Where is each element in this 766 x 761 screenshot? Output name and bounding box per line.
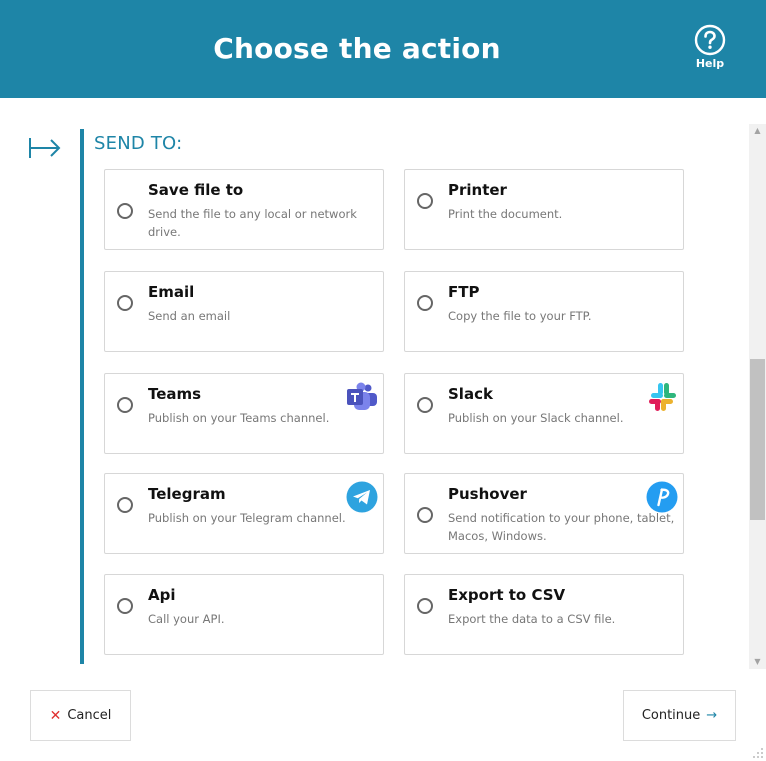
option-api[interactable]: Api Call your API. (104, 574, 384, 655)
pushover-logo-icon (646, 481, 678, 513)
option-title: Save file to (148, 181, 244, 199)
radio-slack[interactable] (417, 397, 433, 413)
vertical-scrollbar[interactable]: ▲ ▼ (749, 124, 766, 669)
scrollbar-thumb[interactable] (750, 359, 765, 520)
radio-teams[interactable] (117, 397, 133, 413)
option-title: Slack (448, 385, 493, 403)
help-button[interactable]: Help (690, 24, 730, 74)
continue-button[interactable]: Continue → (623, 690, 736, 741)
option-slack[interactable]: Slack Publish on your Slack channel. (404, 373, 684, 454)
option-teams[interactable]: Teams Publish on your Teams channel. (104, 373, 384, 454)
option-description: Export the data to a CSV file. (448, 612, 616, 626)
option-title: Teams (148, 385, 202, 403)
option-pushover[interactable]: Pushover Send notification to your phone… (404, 473, 684, 554)
radio-save-file-to[interactable] (117, 203, 133, 219)
radio-email[interactable] (117, 295, 133, 311)
close-icon: ✕ (49, 707, 62, 724)
option-telegram[interactable]: Telegram Publish on your Telegram channe… (104, 473, 384, 554)
radio-export-to-csv[interactable] (417, 598, 433, 614)
scroll-up-arrow-icon[interactable]: ▲ (749, 124, 766, 138)
option-description: Send the file to any local or network dr… (148, 207, 357, 239)
arrow-right-icon: → (706, 708, 718, 723)
option-description: Print the document. (448, 207, 563, 221)
option-title: Telegram (148, 485, 226, 503)
section-title: SEND TO: (94, 133, 183, 154)
option-title: Pushover (448, 485, 527, 503)
option-description: Publish on your Slack channel. (448, 411, 624, 425)
option-description: Call your API. (148, 612, 225, 626)
option-printer[interactable]: Printer Print the document. (404, 169, 684, 250)
radio-api[interactable] (117, 598, 133, 614)
option-title: FTP (448, 283, 480, 301)
option-export-to-csv[interactable]: Export to CSV Export the data to a CSV f… (404, 574, 684, 655)
page-title: Choose the action (213, 32, 501, 65)
option-description: Send notification to your phone, tablet,… (448, 511, 675, 543)
telegram-logo-icon (346, 481, 378, 513)
option-ftp[interactable]: FTP Copy the file to your FTP. (404, 271, 684, 352)
radio-ftp[interactable] (417, 295, 433, 311)
option-title: Email (148, 283, 195, 301)
option-title: Export to CSV (448, 586, 566, 604)
option-title: Api (148, 586, 176, 604)
help-icon (694, 24, 726, 56)
option-description: Send an email (148, 309, 231, 323)
option-email[interactable]: Email Send an email (104, 271, 384, 352)
resize-grip-icon[interactable] (752, 747, 764, 759)
teams-logo-icon (347, 382, 377, 410)
send-to-icon (29, 138, 61, 158)
section-accent-bar (80, 129, 84, 664)
option-description: Publish on your Telegram channel. (148, 511, 346, 525)
slack-logo-icon (649, 383, 676, 411)
radio-printer[interactable] (417, 193, 433, 209)
cancel-button[interactable]: ✕ Cancel (30, 690, 131, 741)
option-title: Printer (448, 181, 507, 199)
option-save-file-to[interactable]: Save file to Send the file to any local … (104, 169, 384, 250)
cancel-label: Cancel (67, 708, 112, 723)
continue-label: Continue (641, 708, 701, 723)
radio-telegram[interactable] (117, 497, 133, 513)
scroll-down-arrow-icon[interactable]: ▼ (749, 655, 766, 669)
option-description: Copy the file to your FTP. (448, 309, 592, 323)
help-label: Help (695, 57, 725, 70)
radio-pushover[interactable] (417, 507, 433, 523)
header-bar: Choose the action Help (0, 0, 766, 98)
option-description: Publish on your Teams channel. (148, 411, 330, 425)
